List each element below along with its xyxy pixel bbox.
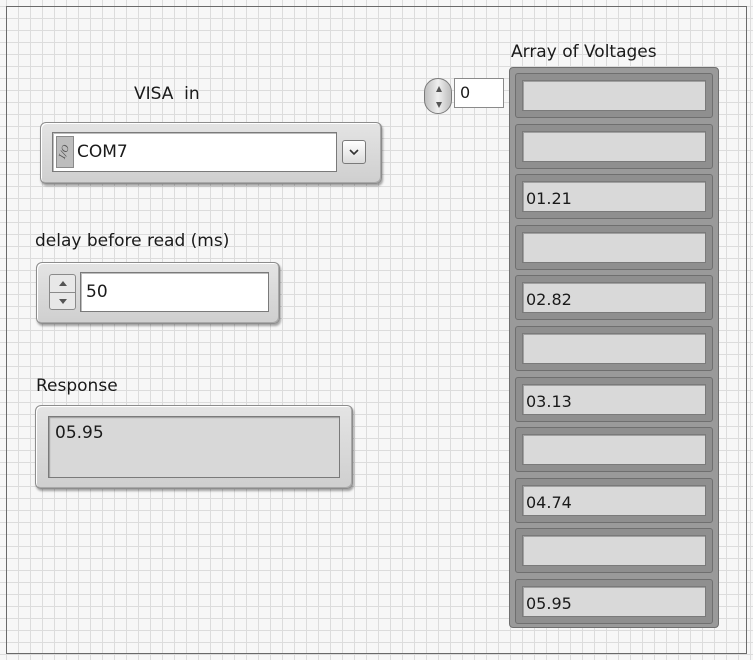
array-element: 04.74	[515, 477, 713, 523]
array-element	[515, 326, 713, 371]
visa-label: VISA in	[134, 84, 200, 104]
visa-value: COM7	[77, 142, 128, 162]
array-element	[515, 528, 713, 574]
io-icon: I/O	[56, 136, 74, 168]
delay-label: delay before read (ms)	[35, 231, 230, 251]
array-element-value: 01.21	[522, 181, 706, 213]
array-element	[515, 73, 713, 118]
array-element-value	[522, 80, 706, 111]
delay-increment-button[interactable]	[50, 275, 75, 292]
array-element-value: 02.82	[522, 282, 706, 314]
array-element-value	[522, 434, 706, 466]
array-element	[515, 427, 713, 473]
visa-dropdown-button[interactable]	[342, 140, 366, 164]
array-element-value	[522, 535, 706, 567]
array-element: 05.95	[515, 579, 713, 624]
response-value: 05.95	[48, 416, 340, 478]
array-element: 01.21	[515, 174, 713, 220]
visa-resource-field[interactable]: I/O COM7	[52, 132, 337, 172]
array-element	[515, 224, 713, 270]
array-index-spinner[interactable]	[424, 78, 452, 114]
arrow-up-icon	[58, 281, 67, 286]
arrow-down-icon	[58, 298, 67, 304]
index-spinner-icon	[436, 86, 442, 108]
array-element: 03.13	[515, 376, 713, 422]
delay-increment-decrement[interactable]	[49, 274, 76, 310]
chevron-down-icon	[349, 149, 359, 156]
delay-decrement-button[interactable]	[50, 292, 75, 309]
array-element-value	[522, 130, 706, 162]
array-label: Array of Voltages	[511, 42, 657, 62]
array-element-value	[522, 231, 706, 263]
array-index-input[interactable]: 0	[454, 78, 504, 108]
array-element-value: 05.95	[522, 586, 706, 617]
delay-input[interactable]: 50	[80, 272, 269, 312]
response-label: Response	[36, 376, 118, 396]
array-element-value: 03.13	[522, 383, 706, 415]
array-element-value	[522, 333, 706, 364]
array-element-value: 04.74	[522, 484, 706, 516]
array-element: 02.82	[515, 275, 713, 321]
array-element	[515, 123, 713, 169]
